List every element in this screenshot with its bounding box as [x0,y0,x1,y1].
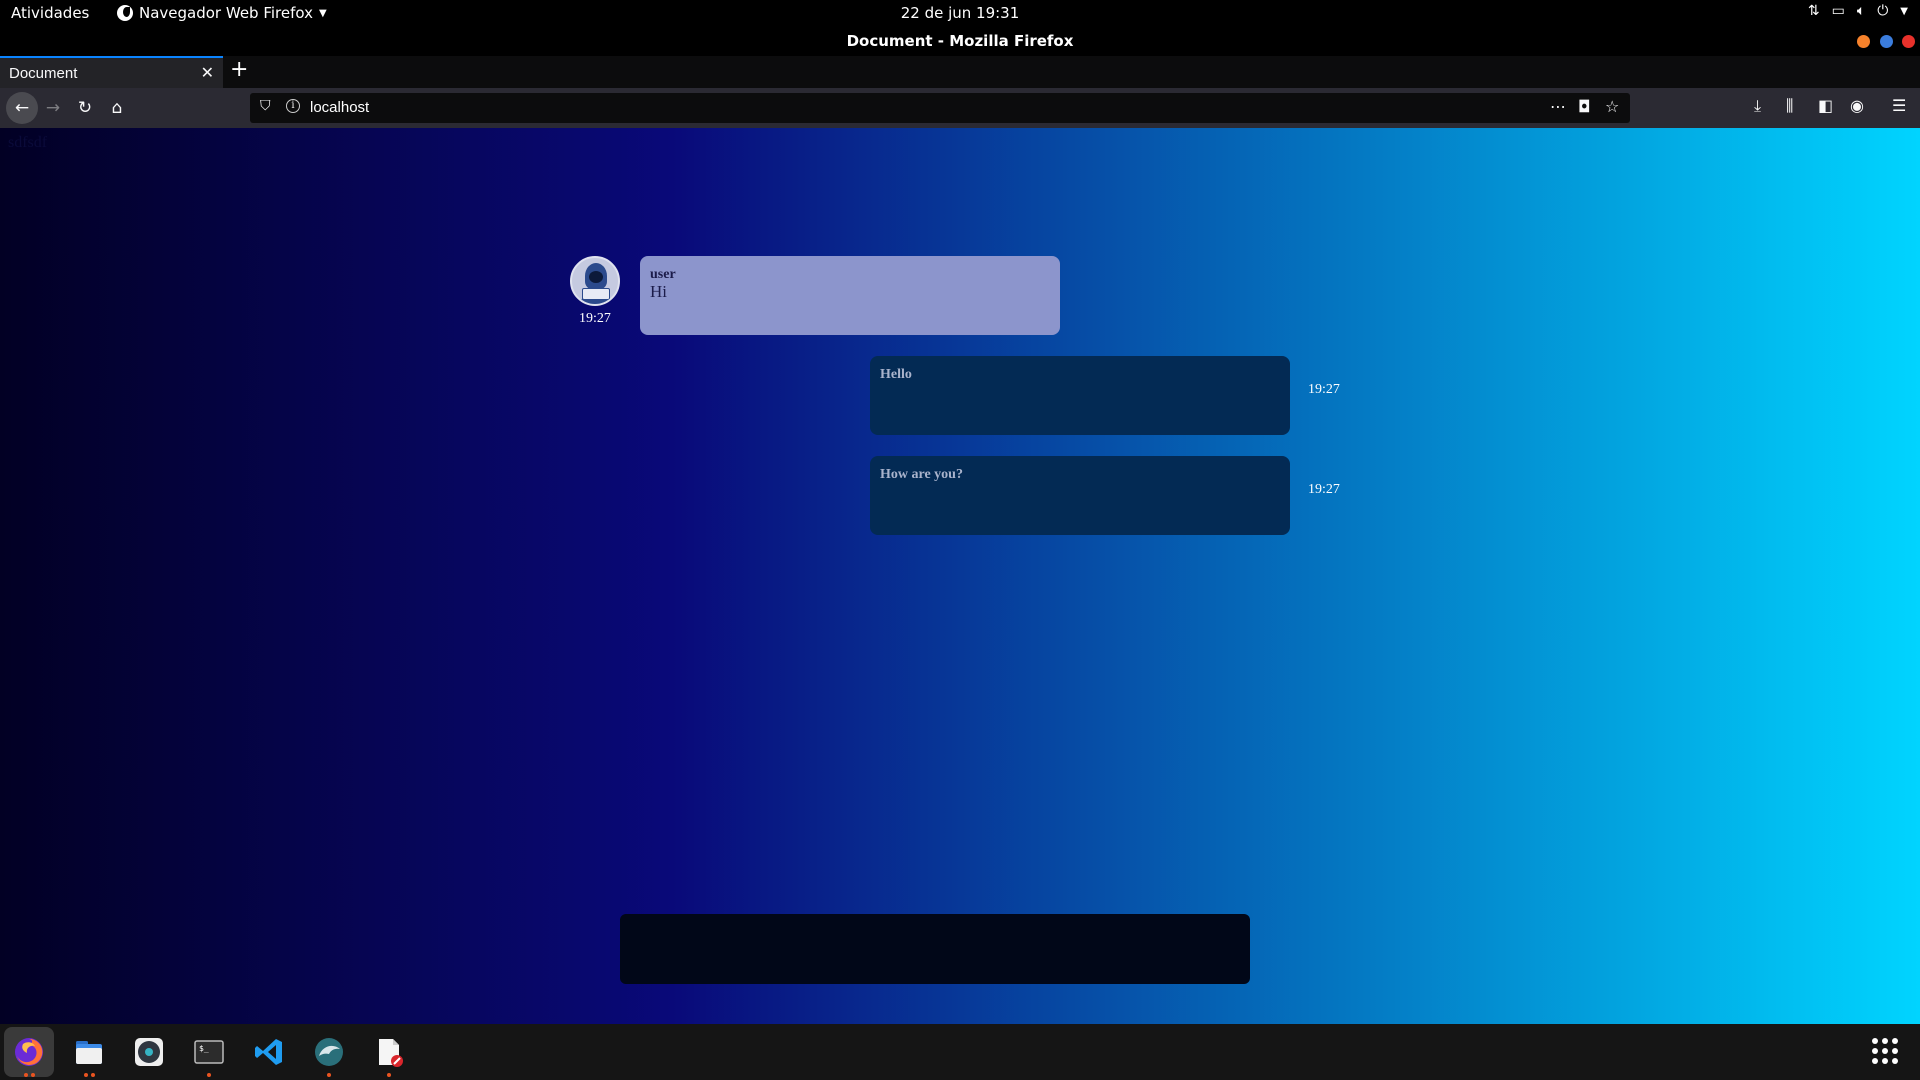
url-bar[interactable]: ⛉ i localhost ⋯ ◘ ☆ [250,93,1630,123]
message-time: 19:27 [1308,382,1340,397]
message-bubble-outgoing: How are you? [870,456,1290,535]
message-text: How are you? [880,467,963,482]
close-window-button[interactable] [1902,35,1915,48]
chevron-down-icon: ▼ [318,7,327,19]
text-editor-icon [379,1039,403,1067]
gnome-top-bar: Atividades Navegador Web Firefox ▼ 22 de… [0,0,1920,27]
reload-button[interactable]: ↻ [72,95,98,121]
dock: $_ [0,1024,1920,1080]
close-icon[interactable]: ✕ [201,63,214,82]
home-button[interactable]: ⌂ [104,95,130,121]
firefox-icon [117,5,133,21]
message-text: Hello [880,367,912,382]
sidebar-icon[interactable]: ◧ [1818,96,1833,115]
tab-document[interactable]: Document ✕ [0,56,223,88]
volume-icon[interactable]: 🔈︎ [1857,3,1865,19]
ghost-text: sdfsdf [8,134,48,151]
chevron-down-icon[interactable]: ▼ [1900,6,1908,17]
dolphin-icon [315,1038,343,1066]
hamburger-menu-icon[interactable]: ☰ [1892,96,1906,115]
clock[interactable]: 22 de jun 19:31 [901,4,1020,22]
minimize-button[interactable] [1857,35,1870,48]
screen-icon[interactable]: ▭ [1832,3,1845,19]
dock-vscode[interactable] [244,1027,294,1077]
site-info-icon[interactable]: i [286,99,300,113]
tab-strip: Document ✕ + [0,56,1920,88]
dock-terminal[interactable]: $_ [184,1027,234,1077]
account-icon[interactable]: ◉ [1850,96,1864,115]
navigation-toolbar: ← → ↻ ⌂ ⛉ i localhost ⋯ ◘ ☆ ⤓ ⫼ ◧ ◉ ☰ [0,88,1920,128]
firefox-icon [15,1038,43,1066]
dock-rhythmbox[interactable] [124,1027,174,1077]
page-actions-icon[interactable]: ⋯ [1550,97,1566,116]
message-text: Hi [650,282,667,301]
pocket-icon[interactable]: ◘ [1578,97,1591,116]
maximize-button[interactable] [1880,35,1893,48]
tab-label: Document [9,65,78,82]
page-content: sdfsdf 19:27 user Hi Hello 19:27 How are… [0,128,1920,1024]
tracking-protection-icon[interactable]: ⛉ [260,98,271,114]
new-tab-button[interactable]: + [230,57,248,82]
window-title: Document - Mozilla Firefox [846,32,1074,50]
show-applications-icon[interactable] [1872,1038,1898,1064]
forward-button[interactable]: → [40,95,66,121]
power-icon[interactable]: ⏻ [1877,3,1888,19]
back-button[interactable]: ← [6,92,38,124]
message-time: 19:27 [1308,482,1340,497]
message-bubble-outgoing: Hello [870,356,1290,435]
app-menu[interactable]: Navegador Web Firefox ▼ [117,4,327,22]
activities-button[interactable]: Atividades [11,4,89,22]
message-sender: user [650,267,676,282]
library-icon[interactable]: ⫼ [1786,96,1793,116]
downloads-icon[interactable]: ⤓ [1754,96,1761,116]
dock-mysql-workbench[interactable] [304,1027,354,1077]
url-text[interactable]: localhost [310,99,369,116]
dock-text-editor[interactable] [364,1027,414,1077]
window-title-bar[interactable]: Document - Mozilla Firefox [0,27,1920,56]
network-icon[interactable]: ⇅ [1808,3,1820,19]
message-input[interactable] [620,914,1250,984]
message-time: 19:27 [579,311,611,326]
dock-firefox[interactable] [4,1027,54,1077]
app-menu-label: Navegador Web Firefox [139,4,313,22]
message-bubble-incoming: user Hi [640,256,1060,335]
folder-icon [76,1041,102,1064]
vscode-icon [255,1039,282,1065]
bookmark-star-icon[interactable]: ☆ [1605,97,1619,116]
dock-files[interactable] [64,1027,114,1077]
svg-text:$_: $_ [199,1044,209,1053]
music-player-icon [135,1038,163,1066]
system-tray[interactable]: ⇅ ▭ 🔈︎ ⏻ ▼ [1808,3,1908,19]
terminal-icon: $_ [194,1040,224,1064]
avatar [570,256,620,306]
